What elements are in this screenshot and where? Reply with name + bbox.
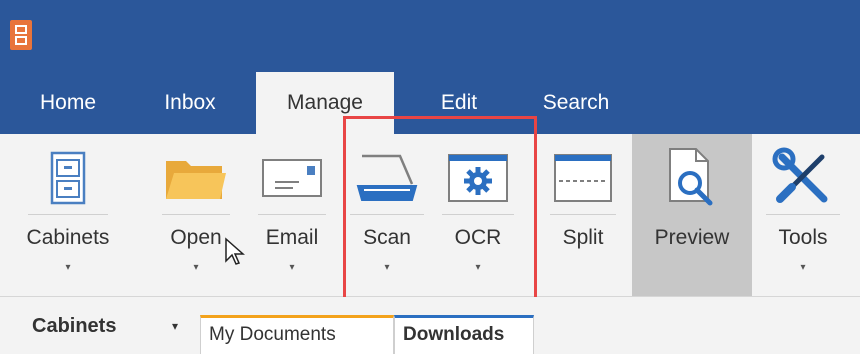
tab-downloads[interactable]: Downloads (394, 315, 534, 354)
split-button[interactable]: Split (544, 134, 622, 296)
preview-label: Preview (654, 226, 730, 249)
scan-label: Scan (363, 226, 411, 249)
split-label: Split (562, 226, 604, 249)
tab-manage[interactable]: Manage (256, 72, 394, 134)
tools-label: Tools (778, 226, 828, 249)
email-label: Email (265, 226, 319, 249)
cabinet-tab-bar: Cabinets ▾ My Documents Downloads (0, 297, 860, 354)
envelope-icon (252, 142, 332, 214)
ribbon: Cabinets ▾ Open ▾ Email ▾ Scan ▾ OCR ▾ S… (0, 134, 860, 297)
cabinets-selector-label[interactable]: Cabinets (32, 315, 116, 338)
cabinets-label: Cabinets (26, 226, 110, 249)
folder-icon (156, 142, 236, 214)
preview-button[interactable]: Preview (632, 134, 752, 296)
chevron-down-icon[interactable]: ▾ (172, 319, 178, 333)
gear-window-icon (436, 142, 520, 214)
chevron-down-icon: ▾ (289, 262, 295, 273)
mouse-cursor-icon (225, 237, 245, 265)
ocr-button[interactable]: OCR ▾ (436, 134, 520, 296)
tab-home[interactable]: Home (28, 72, 108, 134)
scanner-icon (344, 142, 430, 214)
ocr-label: OCR (454, 226, 502, 249)
title-bar: Home Inbox Manage Edit Search (0, 0, 860, 134)
cabinets-button[interactable]: Cabinets ▾ (22, 134, 114, 296)
chevron-down-icon: ▾ (65, 262, 71, 273)
scan-button[interactable]: Scan ▾ (344, 134, 430, 296)
app-logo-icon[interactable] (10, 20, 32, 50)
tab-search[interactable]: Search (528, 72, 624, 134)
tab-edit[interactable]: Edit (424, 72, 494, 134)
cabinet-icon (22, 142, 114, 214)
email-button[interactable]: Email ▾ (252, 134, 332, 296)
tab-my-documents[interactable]: My Documents (200, 315, 394, 354)
open-button[interactable]: Open ▾ (156, 134, 236, 296)
chevron-down-icon: ▾ (800, 262, 806, 273)
split-page-icon (544, 142, 622, 214)
tools-button[interactable]: Tools ▾ (760, 134, 846, 296)
tab-inbox[interactable]: Inbox (150, 72, 230, 134)
magnify-document-icon (632, 142, 752, 214)
chevron-down-icon: ▾ (384, 262, 390, 273)
chevron-down-icon: ▾ (475, 262, 481, 273)
wrench-screwdriver-icon (760, 142, 846, 214)
